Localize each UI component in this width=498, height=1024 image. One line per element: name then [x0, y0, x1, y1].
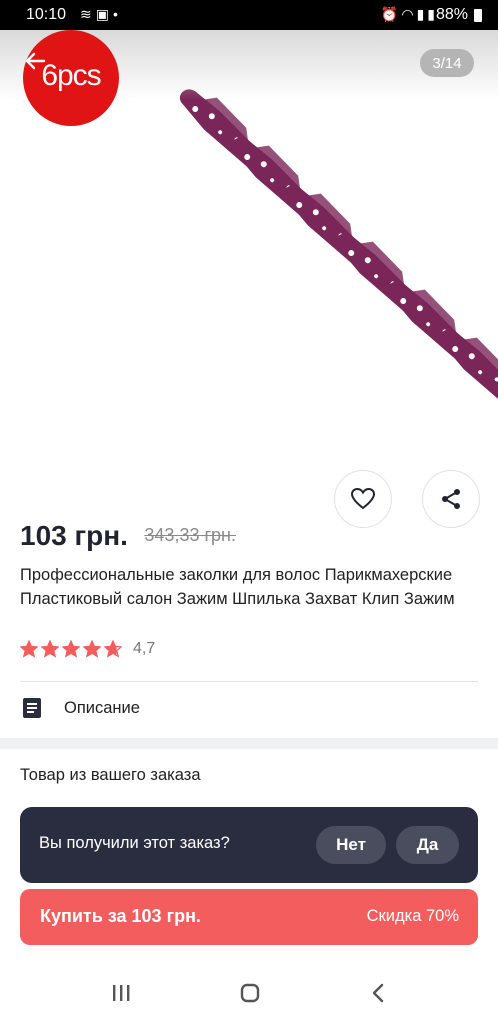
dot-icon: • — [112, 6, 122, 22]
description-row[interactable]: Описание — [20, 696, 140, 720]
battery-percent: 88% — [435, 6, 468, 23]
gallery-icon: ▣ — [95, 6, 113, 22]
alarm-icon: ⏰ — [380, 6, 402, 22]
buy-button[interactable]: Купить за 103 грн. Скидка 70% — [20, 889, 478, 945]
recent-apps-icon[interactable] — [110, 982, 132, 1004]
home-icon[interactable] — [239, 982, 261, 1004]
description-label: Описание — [64, 698, 140, 717]
section-separator — [0, 738, 498, 749]
divider — [20, 681, 478, 682]
pack-badge-text: 6pcs — [41, 59, 101, 92]
document-icon — [23, 698, 41, 718]
yes-button[interactable]: Да — [396, 826, 459, 864]
rating[interactable]: 4,7 — [20, 640, 155, 658]
status-left-icons: ≋▣• — [80, 6, 122, 23]
signal-icon: ▮ — [416, 6, 428, 22]
discount-label: Скидка 70% — [366, 907, 459, 925]
old-price: 343,33 грн. — [144, 525, 236, 545]
share-icon — [442, 489, 460, 509]
no-button[interactable]: Нет — [316, 826, 386, 864]
favorite-button[interactable] — [334, 470, 392, 528]
product-title: Профессиональные заколки для волос Парик… — [20, 566, 455, 608]
hair-clip — [335, 233, 498, 422]
system-nav-bar — [0, 960, 498, 1024]
heart-icon — [350, 487, 376, 510]
product-gallery[interactable]: 6pcs 3/14 — [0, 30, 498, 488]
image-counter: 3/14 — [420, 49, 474, 77]
star-icon — [41, 640, 59, 658]
rating-value: 4,7 — [133, 640, 156, 657]
star-icon — [104, 640, 122, 658]
status-time: 10:10 — [26, 6, 67, 23]
pack-badge: 6pcs — [23, 30, 119, 126]
buy-button-label: Купить за 103 грн. — [40, 906, 201, 926]
star-icon — [62, 640, 80, 658]
hair-clip — [439, 329, 498, 488]
current-price: 103 грн. — [20, 520, 128, 551]
battery-icon — [474, 9, 482, 22]
share-button[interactable] — [422, 470, 480, 528]
signal-waves-icon: ≋ — [80, 6, 96, 22]
order-confirm-card: Вы получили этот заказ? Нет Да — [20, 807, 478, 883]
star-icon — [20, 640, 38, 658]
back-icon[interactable] — [368, 982, 390, 1004]
star-icon — [83, 640, 101, 658]
status-bar: 10:10 ≋▣• ⏰◠▮▮ 88% — [0, 0, 498, 30]
order-question: Вы получили этот заказ? — [39, 834, 230, 852]
wifi-icon: ◠ — [401, 6, 417, 22]
rating-stars — [20, 640, 125, 658]
price-row: 103 грн. 343,33 грн. — [20, 520, 236, 552]
order-section-title: Товар из вашего заказа — [20, 766, 201, 784]
back-arrow-icon[interactable] — [20, 46, 50, 76]
status-right-icons: ⏰◠▮▮ — [381, 6, 438, 23]
